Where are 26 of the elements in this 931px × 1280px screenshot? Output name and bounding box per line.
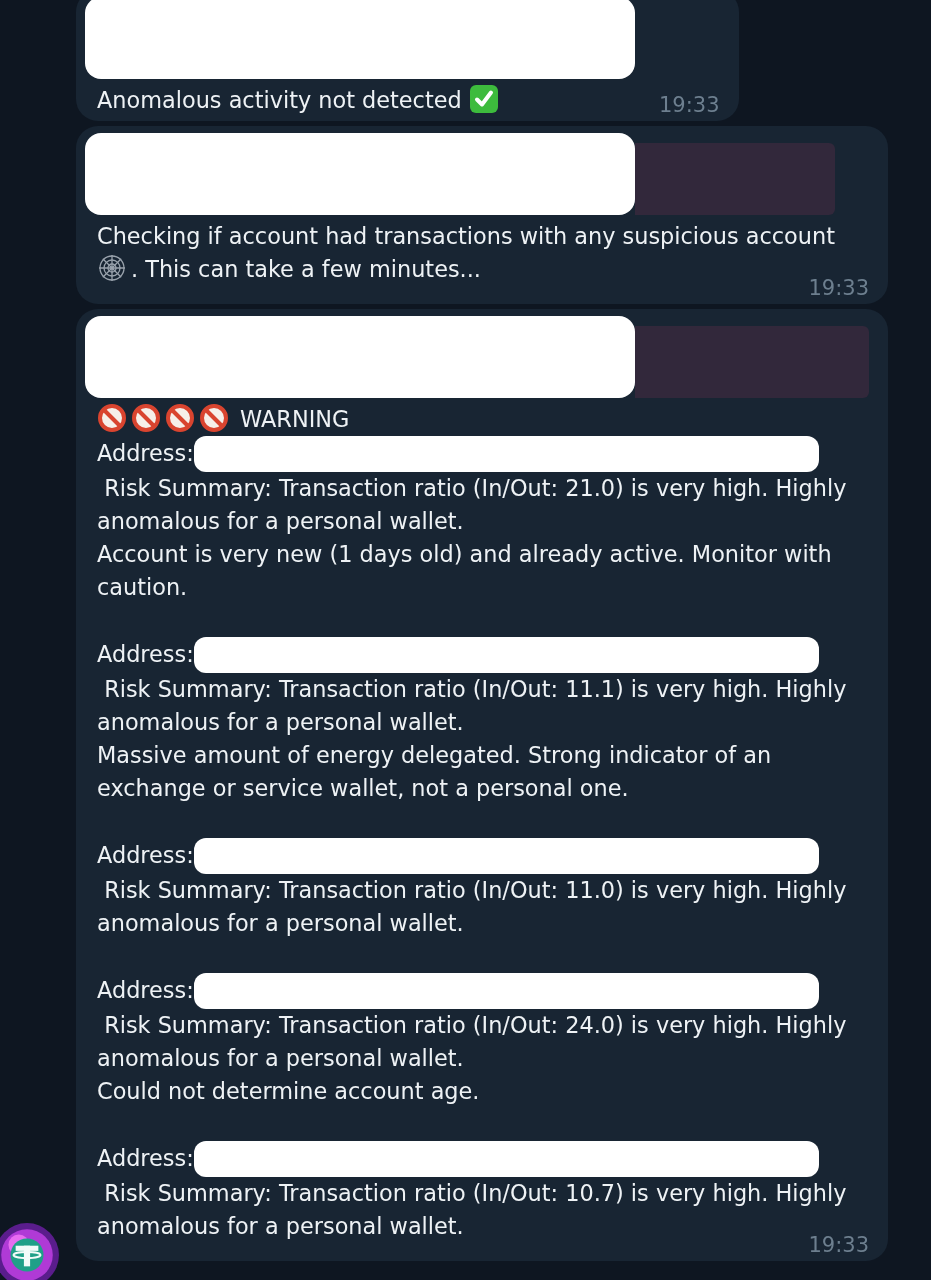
address-label: Address: (97, 439, 194, 466)
address-label: Address: (97, 976, 194, 1003)
address-label: Address: (97, 1144, 194, 1171)
message-time: 19:33 (807, 276, 869, 300)
prohibited-icon (97, 403, 127, 433)
message-text: Risk Summary: Transaction ratio (In/Out: 24.0) is very high. Highly anomalous for a personal wallet. (97, 1012, 848, 1071)
reply-quote[interactable] (635, 143, 835, 215)
prohibited-icon (165, 403, 195, 433)
message-text: Risk Summary: Transaction ratio (In/Out: 11.0) is very high. Highly anomalous for a personal wallet. (97, 877, 848, 936)
message-text: Checking if account had transactions with any suspicious account (97, 223, 835, 249)
address-label: Address: (97, 640, 194, 667)
message-text: Anomalous activity not detected (97, 87, 463, 113)
message-text: Risk Summary: Transaction ratio (In/Out: 21.0) is very high. Highly anomalous for a personal wallet. (97, 475, 848, 534)
address-label: Address: (97, 841, 194, 868)
message-text: Could not determine account age. (97, 1078, 480, 1104)
spider-web-icon (97, 253, 127, 283)
prohibited-icon (131, 403, 161, 433)
message-text: . This can take a few minutes... (131, 256, 481, 282)
message-time: 19:33 (659, 93, 720, 117)
prohibited-icon (199, 403, 229, 433)
message-text: Risk Summary: Transaction ratio (In/Out: 11.1) is very high. Highly anomalous for a personal wallet. (97, 676, 848, 735)
message-text: WARNING (239, 406, 350, 432)
message-text: Account is very new (1 days old) and already active. Monitor with caution. (97, 541, 833, 600)
message-text: Massive amount of energy delegated. Strong indicator of an exchange or service wallet, not a personal one. (97, 742, 773, 801)
check-icon (468, 84, 499, 114)
reply-quote[interactable] (635, 326, 869, 398)
